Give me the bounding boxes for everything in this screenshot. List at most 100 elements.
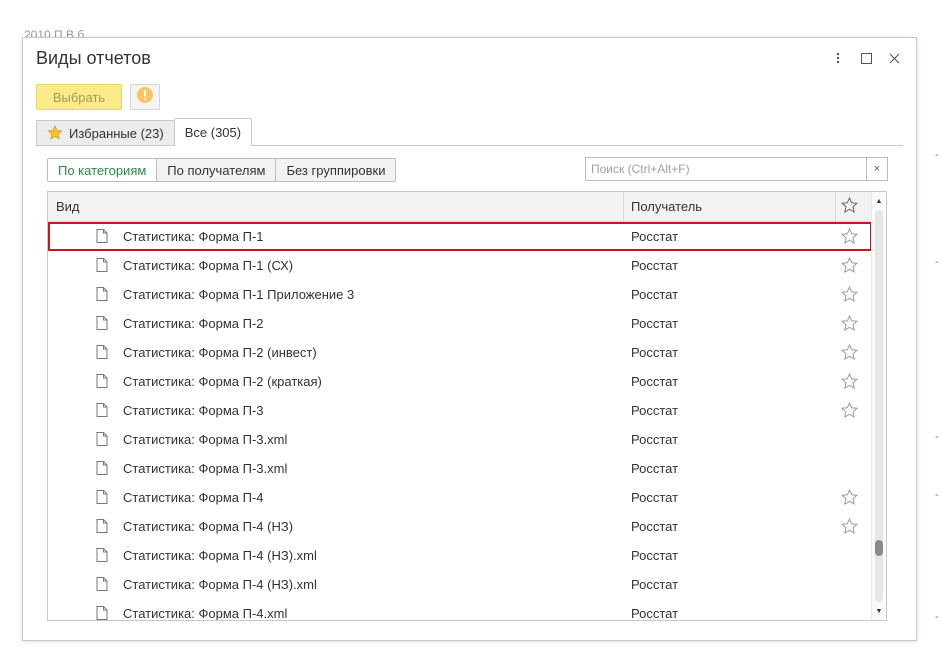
tab-label: Все (305) <box>184 125 242 140</box>
star-outline-icon[interactable] <box>840 343 859 363</box>
tab-label: Избранные (23) <box>69 126 164 141</box>
document-icon <box>96 490 108 507</box>
report-recipient: Росстат <box>631 403 679 418</box>
table-row[interactable]: Статистика: Форма П-2 (инвест) Росстат <box>48 338 872 367</box>
tabs: Избранные (23) Все (305) <box>36 118 253 146</box>
star-outline-icon[interactable] <box>840 517 859 537</box>
table-row[interactable]: Статистика: Форма П-3.xml Росстат <box>48 425 872 454</box>
scrollbar-track[interactable] <box>875 210 883 602</box>
star-filled-icon <box>47 124 63 143</box>
report-recipient: Росстат <box>631 287 679 302</box>
report-type-name: Статистика: Форма П-4 (НЗ).xml <box>123 577 317 592</box>
report-recipient: Росстат <box>631 374 679 389</box>
report-type-name: Статистика: Форма П-4.xml <box>123 606 288 621</box>
document-icon <box>96 519 108 536</box>
star-outline-icon[interactable] <box>840 256 859 276</box>
report-recipient: Росстат <box>631 519 679 534</box>
report-recipient: Росстат <box>631 432 679 447</box>
report-type-name: Статистика: Форма П-3 <box>123 403 264 418</box>
report-recipient: Росстат <box>631 577 679 592</box>
info-icon <box>136 86 154 109</box>
table-row[interactable]: Статистика: Форма П-2 Росстат <box>48 309 872 338</box>
star-outline-icon[interactable] <box>840 314 859 334</box>
vertical-scrollbar[interactable]: ▲ ▼ <box>871 192 886 620</box>
document-icon <box>96 316 108 333</box>
report-recipient: Росстат <box>631 548 679 563</box>
report-recipient: Росстат <box>631 606 679 621</box>
report-type-name: Статистика: Форма П-4 <box>123 490 264 505</box>
star-outline-icon <box>840 196 858 216</box>
document-icon <box>96 229 108 246</box>
no-grouping-button[interactable]: Без группировки <box>275 159 396 181</box>
background-page-mark: - <box>935 149 939 161</box>
report-types-dialog: Виды отчетов Выбрать Избранные (23) Все … <box>22 37 917 641</box>
star-outline-icon[interactable] <box>840 488 859 508</box>
background-page-mark: - <box>935 611 939 623</box>
report-type-name: Статистика: Форма П-4 (НЗ) <box>123 519 294 534</box>
report-type-name: Статистика: Форма П-1 Приложение 3 <box>123 287 355 302</box>
report-type-name: Статистика: Форма П-3.xml <box>123 461 288 476</box>
report-type-name: Статистика: Форма П-3.xml <box>123 432 288 447</box>
document-icon <box>96 432 108 449</box>
report-type-name: Статистика: Форма П-2 <box>123 316 264 331</box>
document-icon <box>96 606 108 620</box>
document-icon <box>96 287 108 304</box>
scrollbar-thumb[interactable] <box>875 540 883 556</box>
group-by-recipient-button[interactable]: По получателям <box>156 159 276 181</box>
report-type-name: Статистика: Форма П-2 (краткая) <box>123 374 322 389</box>
table-row[interactable]: Статистика: Форма П-1 Приложение 3 Росста… <box>48 280 872 309</box>
table-row[interactable]: Статистика: Форма П-3 Росстат <box>48 396 872 425</box>
info-button[interactable] <box>130 84 160 110</box>
document-icon <box>96 258 108 275</box>
table-body: Статистика: Форма П-1 Росстат Статистика: … <box>48 222 872 621</box>
group-by-category-button[interactable]: По категориям <box>48 159 157 181</box>
report-recipient: Росстат <box>631 316 679 331</box>
column-header-type[interactable]: Вид <box>56 199 80 214</box>
search-input[interactable] <box>585 157 866 181</box>
background-page-mark: - <box>935 489 939 501</box>
document-icon <box>96 374 108 391</box>
table-row[interactable]: Статистика: Форма П-4 (НЗ) Росстат <box>48 512 872 541</box>
scroll-down-icon[interactable]: ▼ <box>872 605 886 617</box>
dialog-title: Виды отчетов <box>36 48 151 68</box>
report-recipient: Росстат <box>631 461 679 476</box>
background-page-mark: - <box>935 256 939 268</box>
table-row-selected[interactable]: Статистика: Форма П-1 Росстат <box>48 222 872 251</box>
grouping-switch: По категориям По получателям Без группир… <box>47 158 397 182</box>
report-recipient: Росстат <box>631 345 679 360</box>
background-page-mark: - <box>935 431 939 443</box>
table-row[interactable]: Статистика: Форма П-3.xml Росстат <box>48 454 872 483</box>
scroll-up-icon[interactable]: ▲ <box>872 195 886 207</box>
maximize-icon[interactable] <box>852 49 880 67</box>
report-type-name: Статистика: Форма П-1 (СХ) <box>123 258 294 273</box>
table-row[interactable]: Статистика: Форма П-4 (НЗ).xml Росстат <box>48 541 872 570</box>
document-icon <box>96 461 108 478</box>
toolbar: Выбрать <box>36 84 160 110</box>
choose-button[interactable]: Выбрать <box>36 84 122 110</box>
tab-favorites[interactable]: Избранные (23) <box>36 120 175 146</box>
star-outline-icon[interactable] <box>840 401 859 421</box>
table-row[interactable]: Статистика: Форма П-2 (краткая) Росстат <box>48 367 872 396</box>
star-outline-icon[interactable] <box>840 285 859 305</box>
table-row[interactable]: Статистика: Форма П-4 Росстат <box>48 483 872 512</box>
report-type-name: Статистика: Форма П-2 (инвест) <box>123 345 317 360</box>
document-icon <box>96 403 108 420</box>
star-outline-icon[interactable] <box>840 227 859 247</box>
search-box: × <box>585 157 888 181</box>
document-icon <box>96 548 108 565</box>
search-clear-button[interactable]: × <box>866 157 888 181</box>
report-recipient: Росстат <box>631 258 679 273</box>
close-icon[interactable] <box>880 49 908 67</box>
star-outline-icon[interactable] <box>840 372 859 392</box>
column-header-favorite[interactable] <box>835 192 862 221</box>
report-type-name: Статистика: Форма П-1 <box>123 229 264 244</box>
table-row[interactable]: Статистика: Форма П-4.xml Росстат <box>48 599 872 621</box>
table-row[interactable]: Статистика: Форма П-1 (СХ) Росстат <box>48 251 872 280</box>
report-recipient: Росстат <box>631 229 679 244</box>
column-header-recipient[interactable]: Получатель <box>623 192 823 221</box>
tab-all[interactable]: Все (305) <box>173 118 253 146</box>
tab-divider <box>36 145 903 146</box>
report-type-name: Статистика: Форма П-4 (НЗ).xml <box>123 548 317 563</box>
table-row[interactable]: Статистика: Форма П-4 (НЗ).xml Росстат <box>48 570 872 599</box>
more-vertical-icon[interactable] <box>824 49 852 67</box>
